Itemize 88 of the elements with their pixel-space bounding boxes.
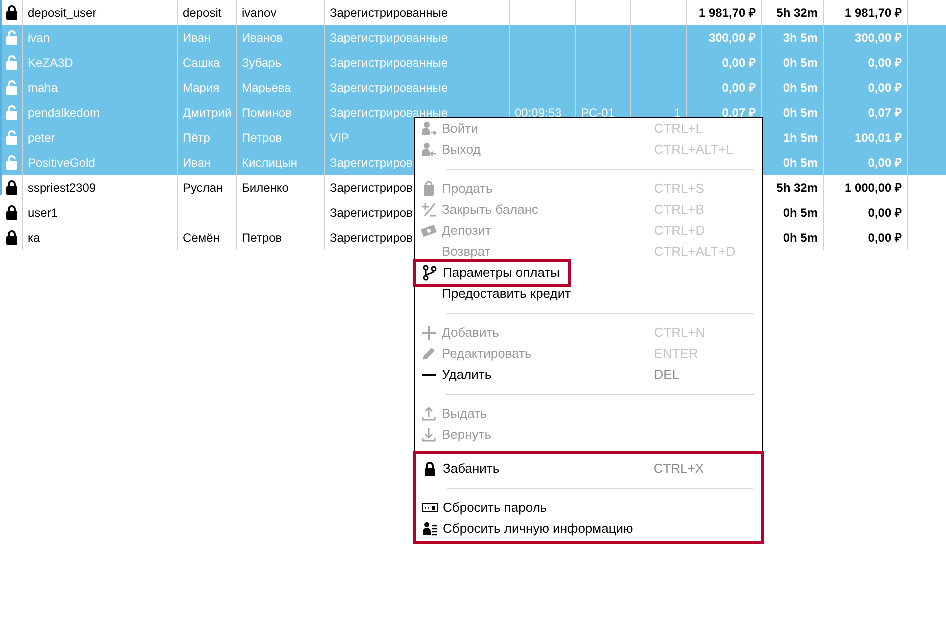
table-cell-text: sspriest2309: [28, 180, 96, 196]
table-cell-text: Зарегистриров: [330, 204, 413, 222]
table-cell-text: Пётр: [183, 130, 210, 146]
menu-item-label: Выдать: [442, 404, 488, 423]
menu-item-label: Параметры оплаты: [443, 264, 560, 282]
menu-item-label: Возврат: [442, 242, 491, 261]
table-cell-text: 0h 5m: [783, 104, 818, 122]
shortcut-text: CTRL+X: [654, 460, 706, 478]
menu-item-label: Сбросить пароль: [443, 498, 548, 517]
shortcut-text: CTRL+ALT+D: [654, 242, 737, 261]
table-cell-text: Иван: [183, 154, 212, 172]
menu-item-label: Выход: [442, 140, 481, 159]
menu-item-label: Закрыть баланс: [442, 200, 539, 219]
table-cell-text: Дмитрий: [183, 104, 232, 122]
table-cell-text: Зарегистриров: [330, 180, 413, 196]
table-cell-text: 0h 5m: [783, 154, 818, 172]
menu-item-label: Предоставить кредит: [442, 284, 572, 303]
table-cell-text: 5h 32m: [776, 4, 818, 22]
menu-item-label: Вернуть: [442, 426, 492, 444]
table-cell-text: Зарегистрированные: [330, 4, 448, 22]
table-cell-text: Сашка: [183, 54, 220, 72]
table-cell-text: Зарегистрированные: [330, 104, 448, 122]
table-cell-text: pendalkedom: [28, 104, 100, 122]
table-cell-text: Марьева: [242, 80, 292, 96]
table-cell-text: deposit_user: [28, 4, 97, 22]
table-cell-text: Зарегистрированные: [330, 30, 448, 46]
table-cell-text: ка: [28, 230, 40, 246]
table-cell-text: Петров: [242, 230, 282, 246]
shortcut-text: CTRL+B: [654, 200, 706, 219]
menu-item-label: Продать: [442, 180, 493, 198]
table-cell-text: KeZA3D: [28, 54, 74, 72]
table-cell-text: Кислицын: [242, 154, 298, 172]
table-cell-text: maha: [28, 80, 58, 96]
table-cell-text: Зарегистрированные: [330, 80, 448, 96]
table-cell-text: Петров: [242, 130, 282, 146]
table-cell-text: 0,00 ₽: [868, 204, 902, 222]
table-cell-text: Биленко: [242, 180, 289, 196]
table-cell-text: 0,00 ₽: [868, 80, 902, 96]
table-cell-text: Семён: [183, 230, 220, 246]
shortcut-text: CTRL+S: [654, 180, 706, 198]
table-cell-text: 0h 5m: [783, 230, 818, 246]
table-cell-text: 0,00 ₽: [722, 80, 756, 96]
shortcut-text: ENTER: [654, 344, 700, 363]
table-cell-text: Зарегистриров: [330, 230, 413, 246]
table-cell-text: ivan: [28, 30, 50, 46]
table-cell-text: 1h 5m: [783, 130, 818, 146]
table-cell-text: Иван: [183, 30, 212, 46]
table-cell-text: ivanov: [242, 4, 277, 22]
table-cell-text: PositiveGold: [28, 154, 96, 172]
menu-item-label: Сбросить личную информацию: [443, 520, 634, 538]
table-cell-text: 0,07 ₽: [722, 104, 756, 122]
table-cell-text: 0,00 ₽: [868, 54, 902, 72]
table-cell-text: 0h 5m: [783, 54, 818, 72]
table-cell-text: Зарегистрированные: [330, 54, 448, 72]
shortcut-text: CTRL+ALT+L: [654, 140, 735, 159]
shortcut-text: DEL: [654, 366, 681, 384]
menu-item-label: Забанить: [443, 460, 500, 478]
table-cell-text: 0,00 ₽: [868, 230, 902, 246]
table-cell-text: Руслан: [183, 180, 224, 196]
table-cell-text: 1: [674, 104, 681, 122]
table-cell-text: PC-01: [581, 104, 616, 122]
table-cell-text: 0h 5m: [783, 80, 818, 96]
table-cell-text: 0,07 ₽: [868, 104, 902, 122]
table-cell-text: 0,00 ₽: [722, 54, 756, 72]
table-cell-text: 0,00 ₽: [868, 154, 902, 172]
table-cell-text: user1: [28, 204, 58, 222]
table-cell-text: Мария: [183, 80, 220, 96]
table-cell-text: Поминов: [242, 104, 292, 122]
menu-item-label: Редактировать: [442, 344, 532, 363]
menu-item-label: Добавить: [442, 324, 500, 342]
table-cell-text: 1 981,70 ₽: [698, 4, 756, 22]
table-cell-text: Иванов: [242, 30, 284, 46]
table-cell-text: 100,01 ₽: [854, 130, 902, 146]
table-cell-text: 1 000,00 ₽: [844, 180, 902, 196]
table-cell-text: 1 981,70 ₽: [844, 4, 902, 22]
table-cell-text: Зарегистриров: [330, 154, 413, 172]
table-cell-text: deposit: [183, 4, 222, 22]
table-cell-text: 00:09:53: [515, 104, 562, 122]
table-cell-text: 0h 5m: [783, 204, 818, 222]
table-cell-text: peter: [28, 130, 56, 146]
table-cell-text: 300,00 ₽: [854, 30, 902, 46]
shortcut-text: CTRL+N: [654, 324, 706, 342]
table-cell-text: 3h 5m: [783, 30, 818, 46]
table-cell-text: Зубарь: [242, 54, 282, 72]
table-cell-text: VIP: [330, 130, 350, 146]
table-cell-text: 300,00 ₽: [708, 30, 756, 46]
table-cell-text: 5h 32m: [776, 180, 818, 196]
menu-item-label: Удалить: [442, 366, 492, 384]
